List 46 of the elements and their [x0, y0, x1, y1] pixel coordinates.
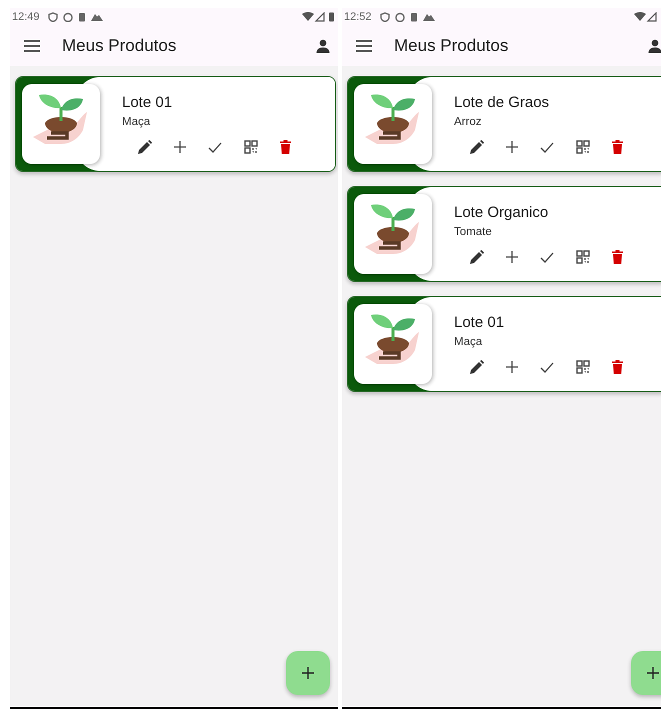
product-card[interactable]: Lote 01 Maça — [347, 296, 661, 392]
check-icon[interactable] — [540, 362, 554, 372]
product-variety: Maça — [122, 116, 152, 128]
edit-icon[interactable] — [470, 140, 484, 154]
add-icon[interactable] — [506, 361, 518, 373]
delete-icon[interactable] — [612, 360, 623, 374]
menu-icon[interactable] — [24, 40, 40, 52]
delete-icon[interactable] — [280, 140, 291, 154]
status-time: 12:52 — [344, 11, 372, 23]
add-icon — [647, 667, 659, 679]
check-icon[interactable] — [208, 142, 222, 152]
product-variety: Arroz — [454, 116, 482, 128]
user-icon[interactable] — [316, 39, 330, 53]
notification-icons — [48, 12, 106, 22]
edit-icon[interactable] — [470, 360, 484, 374]
add-icon[interactable] — [506, 251, 518, 263]
check-icon[interactable] — [540, 252, 554, 262]
check-icon[interactable] — [540, 142, 554, 152]
qr-code-icon[interactable] — [576, 360, 590, 374]
menu-icon[interactable] — [356, 40, 372, 52]
add-icon[interactable] — [506, 141, 518, 153]
delete-icon[interactable] — [612, 250, 623, 264]
edit-icon[interactable] — [138, 140, 152, 154]
qr-code-icon[interactable] — [576, 250, 590, 264]
product-variety: Maça — [454, 336, 484, 348]
product-card[interactable]: Lote de Graos Arroz — [347, 76, 661, 172]
notification-icons — [380, 12, 438, 22]
product-name: Lote de Graos — [454, 94, 550, 111]
qr-code-icon[interactable] — [244, 140, 258, 154]
product-name: Lote 01 — [122, 94, 174, 111]
edit-icon[interactable] — [470, 250, 484, 264]
add-icon — [302, 667, 314, 679]
app-title: Meus Produtos — [62, 36, 176, 56]
product-card[interactable]: Lote Organico Tomate — [347, 186, 661, 282]
status-time: 12:49 — [12, 11, 40, 23]
add-icon[interactable] — [174, 141, 186, 153]
qr-code-icon[interactable] — [576, 140, 590, 154]
delete-icon[interactable] — [612, 140, 623, 154]
app-title: Meus Produtos — [394, 36, 508, 56]
signal-battery-icons — [302, 12, 336, 22]
product-name: Lote 01 — [454, 314, 506, 331]
add-button[interactable] — [286, 651, 330, 695]
product-variety: Tomate — [454, 226, 493, 238]
product-card[interactable]: Lote 01 Maça — [15, 76, 336, 172]
product-name: Lote Organico — [454, 204, 550, 221]
user-icon[interactable] — [648, 39, 661, 53]
